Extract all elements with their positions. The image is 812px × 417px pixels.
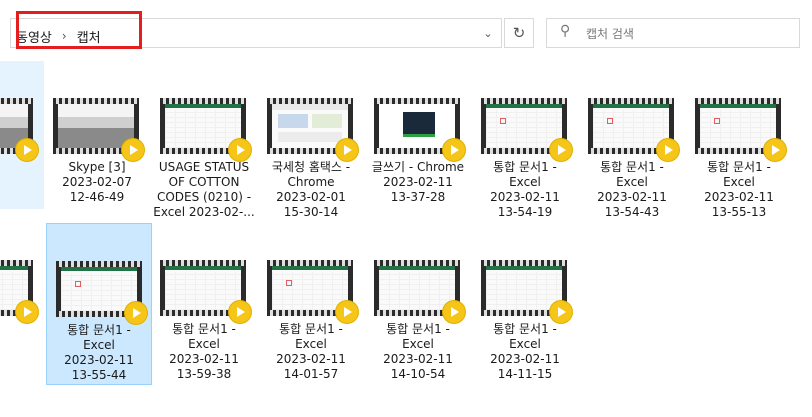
file-tile-partial[interactable]: 3]070 bbox=[0, 61, 44, 209]
play-icon bbox=[125, 302, 147, 324]
file-tile[interactable]: 통합 문서1 - Excel 2023-02-11 13-55-13 bbox=[686, 61, 792, 223]
play-icon bbox=[764, 139, 786, 161]
play-icon bbox=[229, 301, 251, 323]
file-tile-partial[interactable]: 1 -111 bbox=[0, 223, 44, 385]
file-tile[interactable]: 통합 문서1 - Excel 2023-02-11 13-54-19 bbox=[472, 61, 578, 223]
play-icon bbox=[443, 139, 465, 161]
play-icon bbox=[336, 139, 358, 161]
file-name: 통합 문서1 - Excel 2023-02-11 14-01-57 bbox=[276, 322, 346, 381]
file-name: 통합 문서1 - Excel 2023-02-11 13-54-19 bbox=[490, 160, 560, 219]
play-icon bbox=[229, 139, 251, 161]
file-tile[interactable]: USAGE STATUS OF COTTON CODES (0210) - Excel… bbox=[151, 61, 257, 223]
file-name: 글쓰기 - Chrome 2023-02-11 13-37-28 bbox=[371, 160, 465, 204]
play-icon bbox=[550, 139, 572, 161]
play-icon bbox=[16, 139, 38, 161]
highlight-box bbox=[16, 11, 142, 49]
file-name: 국세청 홈택스 - Chrome 2023-02-01 15-30-14 bbox=[271, 160, 351, 219]
refresh-icon: ↻ bbox=[512, 24, 526, 42]
file-tile[interactable]: 통합 문서1 - Excel 2023-02-11 13-54-43 bbox=[579, 61, 685, 223]
play-icon bbox=[122, 139, 144, 161]
play-icon bbox=[443, 301, 465, 323]
play-icon bbox=[657, 139, 679, 161]
file-name: Skype [3] 2023-02-07 12-46-49 bbox=[62, 160, 132, 204]
search-icon: ⚲ bbox=[560, 23, 571, 39]
file-name: 통합 문서1 - Excel 2023-02-11 13-59-38 bbox=[169, 322, 239, 381]
file-tile[interactable]: 통합 문서1 - Excel 2023-02-11 13-59-38 bbox=[151, 223, 257, 385]
file-tile[interactable]: 국세청 홈택스 - Chrome 2023-02-01 15-30-14 bbox=[258, 61, 364, 223]
file-name: USAGE STATUS OF COTTON CODES (0210) - Excel… bbox=[153, 160, 255, 219]
file-name: 통합 문서1 - Excel 2023-02-11 14-10-54 bbox=[383, 322, 453, 381]
file-tile[interactable]: 통합 문서1 - Excel 2023-02-11 14-11-15 bbox=[472, 223, 578, 385]
play-icon bbox=[550, 301, 572, 323]
file-name: 통합 문서1 - Excel 2023-02-11 13-54-43 bbox=[597, 160, 667, 219]
file-name: 통합 문서1 - Excel 2023-02-11 13-55-13 bbox=[704, 160, 774, 219]
file-tile-selected[interactable]: 통합 문서1 - Excel 2023-02-11 13-55-44 bbox=[46, 223, 152, 385]
file-tile[interactable]: 글쓰기 - Chrome 2023-02-11 13-37-28 bbox=[365, 61, 471, 223]
file-tile[interactable]: 통합 문서1 - Excel 2023-02-11 14-01-57 bbox=[258, 223, 364, 385]
file-tile[interactable]: 통합 문서1 - Excel 2023-02-11 14-10-54 bbox=[365, 223, 471, 385]
refresh-button[interactable]: ↻ bbox=[504, 18, 534, 48]
search-input[interactable] bbox=[546, 18, 800, 48]
file-name: 통합 문서1 - Excel 2023-02-11 13-55-44 bbox=[64, 323, 134, 382]
play-icon bbox=[16, 301, 38, 323]
play-icon bbox=[336, 301, 358, 323]
chevron-down-icon[interactable]: ⌄ bbox=[479, 24, 497, 42]
search-placeholder: 캡처 검색 bbox=[586, 27, 634, 41]
file-tile[interactable]: Skype [3] 2023-02-07 12-46-49 bbox=[44, 61, 150, 223]
file-name: 통합 문서1 - Excel 2023-02-11 14-11-15 bbox=[490, 322, 560, 381]
